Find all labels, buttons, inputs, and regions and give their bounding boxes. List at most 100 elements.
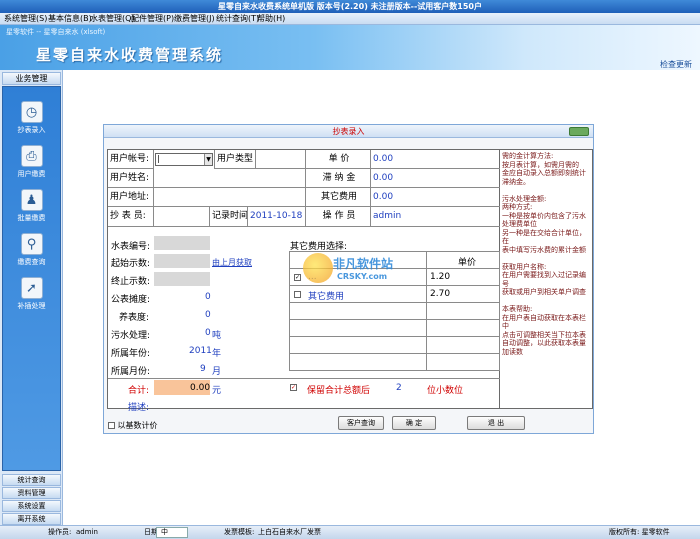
menu-help[interactable]: 帮助(H) bbox=[257, 13, 285, 25]
table-row-empty bbox=[290, 337, 499, 354]
reader-label: 抄 表 员: bbox=[108, 207, 154, 227]
meter-no-input[interactable] bbox=[154, 236, 210, 250]
operator-label: 操 作 员 bbox=[306, 207, 371, 227]
sidebar-item-meter-entry[interactable]: ◷ 抄表录入 bbox=[3, 101, 60, 141]
start-reading-input[interactable] bbox=[154, 254, 210, 268]
ok-button[interactable]: 确 定 bbox=[392, 416, 436, 430]
printer-icon: ⎙ bbox=[20, 145, 43, 167]
sidebar-item-label: 补插处理 bbox=[17, 302, 46, 310]
status-copyright: 版权所有: 星零软件 bbox=[609, 528, 670, 536]
meter-no-label: 水表编号: bbox=[111, 242, 151, 252]
menu-stats[interactable]: 统计查询(T) bbox=[216, 13, 259, 25]
sidebar-item-correction[interactable]: ➚ 补插处理 bbox=[3, 277, 60, 317]
sidebar-item-label: 抄表录入 bbox=[17, 126, 46, 134]
public-share-label: 公表摊度: bbox=[111, 295, 151, 305]
users-icon: ♟ bbox=[20, 189, 43, 211]
divider bbox=[108, 378, 501, 379]
record-time-value[interactable]: 2011-10-18 bbox=[248, 207, 306, 227]
keep-decimal-label: 保留合计总额后 bbox=[307, 386, 371, 396]
year-label: 所属年份: bbox=[111, 349, 151, 359]
other-fee-label: 其它费用 bbox=[306, 188, 371, 207]
close-button[interactable] bbox=[569, 127, 589, 136]
sidebar-data-manage[interactable]: 资料管理 bbox=[2, 487, 61, 499]
decimal-digits[interactable]: 2 bbox=[396, 383, 402, 393]
month-label: 所属月份: bbox=[111, 367, 151, 377]
table-row[interactable]: 其它费用 2.70 bbox=[290, 286, 499, 303]
keep-decimal-checkbox[interactable]: ✓ bbox=[290, 383, 297, 393]
customer-query-button[interactable]: 客户查询 bbox=[338, 416, 384, 430]
nurture-label: 养表度: bbox=[119, 313, 150, 323]
menu-basic-info[interactable]: 基本信息(B) bbox=[48, 13, 92, 25]
decimal-suffix: 位小数位 bbox=[427, 386, 464, 396]
name-label: 用户姓名: bbox=[108, 169, 154, 188]
other-fee-value: 0.00 bbox=[371, 188, 501, 207]
sidebar-exit-system[interactable]: 离开系统 bbox=[2, 513, 61, 525]
end-reading-input[interactable] bbox=[154, 272, 210, 286]
row-price: 1.20 bbox=[430, 272, 451, 282]
base-price-label: 以基数计价 bbox=[117, 421, 158, 430]
sidebar: 业务管理 ◷ 抄表录入 ⎙ 用户缴费 ♟ 批量缴费 ⚲ 缴费查询 ➚ 补插处理 … bbox=[0, 70, 63, 525]
row-price: 2.70 bbox=[430, 289, 451, 299]
total-label: 合计: bbox=[128, 386, 150, 396]
keep-decimal-mark[interactable]: ✓ bbox=[290, 384, 297, 391]
col-price-header: 单价 bbox=[458, 258, 477, 268]
sewage-unit: 吨 bbox=[212, 331, 222, 341]
chevron-down-icon[interactable]: ▼ bbox=[204, 154, 212, 165]
description-label: 描述: bbox=[128, 403, 150, 413]
account-label: 用户帐号: bbox=[108, 150, 154, 169]
status-operator: admin bbox=[76, 528, 98, 536]
late-fee-value: 0.00 bbox=[371, 169, 501, 188]
arrow-doc-icon: ➚ bbox=[20, 277, 43, 299]
sidebar-item-user-payment[interactable]: ⎙ 用户缴费 bbox=[3, 145, 60, 185]
menu-payment[interactable]: 缴费管理(J) bbox=[174, 13, 215, 25]
public-share-value[interactable]: 0 bbox=[205, 292, 211, 302]
base-price-option[interactable]: 以基数计价 bbox=[108, 420, 158, 431]
reader-input[interactable] bbox=[154, 207, 210, 227]
sidebar-stats-query[interactable]: 统计查询 bbox=[2, 474, 61, 486]
start-reading-label: 起始示数: bbox=[111, 259, 151, 269]
app-title: 星零自来水收费系统单机版 版本号(2.20) 未注册版本--试用客户数150户 bbox=[218, 2, 482, 11]
late-fee-label: 滞 纳 金 bbox=[306, 169, 371, 188]
row-checkbox[interactable] bbox=[294, 291, 301, 298]
description-input[interactable] bbox=[154, 397, 500, 409]
status-operator-label: 操作员: bbox=[48, 528, 72, 536]
price-value: 0.00 bbox=[371, 150, 501, 169]
dialog-title: 抄表录入 bbox=[104, 125, 593, 138]
clock-icon: ◷ bbox=[20, 101, 43, 123]
nurture-value[interactable]: 0 bbox=[205, 310, 211, 320]
help-text: 需的金计算方法: 按月表计算，如需月需的 金应自动录入总额即刻统计 滞纳金。 污… bbox=[502, 152, 586, 356]
status-invoice: 上白石自来水厂发票 bbox=[258, 528, 321, 536]
last-month-link[interactable]: 由上月获取 bbox=[212, 257, 252, 268]
user-type-value[interactable] bbox=[256, 150, 306, 169]
sidebar-item-batch-payment[interactable]: ♟ 批量缴费 bbox=[3, 189, 60, 229]
sidebar-header[interactable]: 业务管理 bbox=[2, 72, 61, 85]
ime-indicator[interactable]: 中 bbox=[156, 527, 188, 538]
month-value[interactable]: 9 bbox=[200, 364, 206, 374]
month-unit: 月 bbox=[212, 367, 222, 377]
record-time-label: 记录时间 bbox=[210, 207, 248, 227]
sidebar-system-settings[interactable]: 系统设置 bbox=[2, 500, 61, 512]
check-update-link[interactable]: 检查更新 bbox=[660, 59, 692, 70]
search-user-icon: ⚲ bbox=[20, 233, 43, 255]
sidebar-item-payment-query[interactable]: ⚲ 缴费查询 bbox=[3, 233, 60, 273]
menu-parts[interactable]: 配件管理(P) bbox=[131, 13, 174, 25]
address-label: 用户地址: bbox=[108, 188, 154, 207]
exit-button[interactable]: 退 出 bbox=[467, 416, 525, 430]
row-name: 其它费用 bbox=[308, 292, 345, 302]
watermark-text: 非凡软件站 bbox=[333, 257, 394, 271]
table-row-empty bbox=[290, 320, 499, 337]
price-label: 单 价 bbox=[306, 150, 371, 169]
app-banner: 星零软件 -- 星零自来水 (xlsoft) 星零自来水收费管理系统 检查更新 bbox=[0, 25, 700, 70]
address-input[interactable] bbox=[154, 188, 306, 207]
name-input[interactable] bbox=[154, 169, 306, 188]
year-value[interactable]: 2011 bbox=[189, 346, 212, 356]
base-price-checkbox[interactable] bbox=[108, 422, 115, 429]
table-row-empty bbox=[290, 303, 499, 320]
menu-meter[interactable]: 水表管理(Q) bbox=[90, 13, 135, 25]
sewage-value[interactable]: 0 bbox=[205, 328, 211, 338]
account-combo[interactable]: | ▼ bbox=[155, 153, 213, 166]
sidebar-item-label: 缴费查询 bbox=[17, 258, 46, 266]
account-value: | bbox=[157, 154, 160, 163]
row-checkbox[interactable]: ✓ bbox=[294, 274, 301, 281]
menu-system[interactable]: 系统管理(S) bbox=[4, 13, 47, 25]
